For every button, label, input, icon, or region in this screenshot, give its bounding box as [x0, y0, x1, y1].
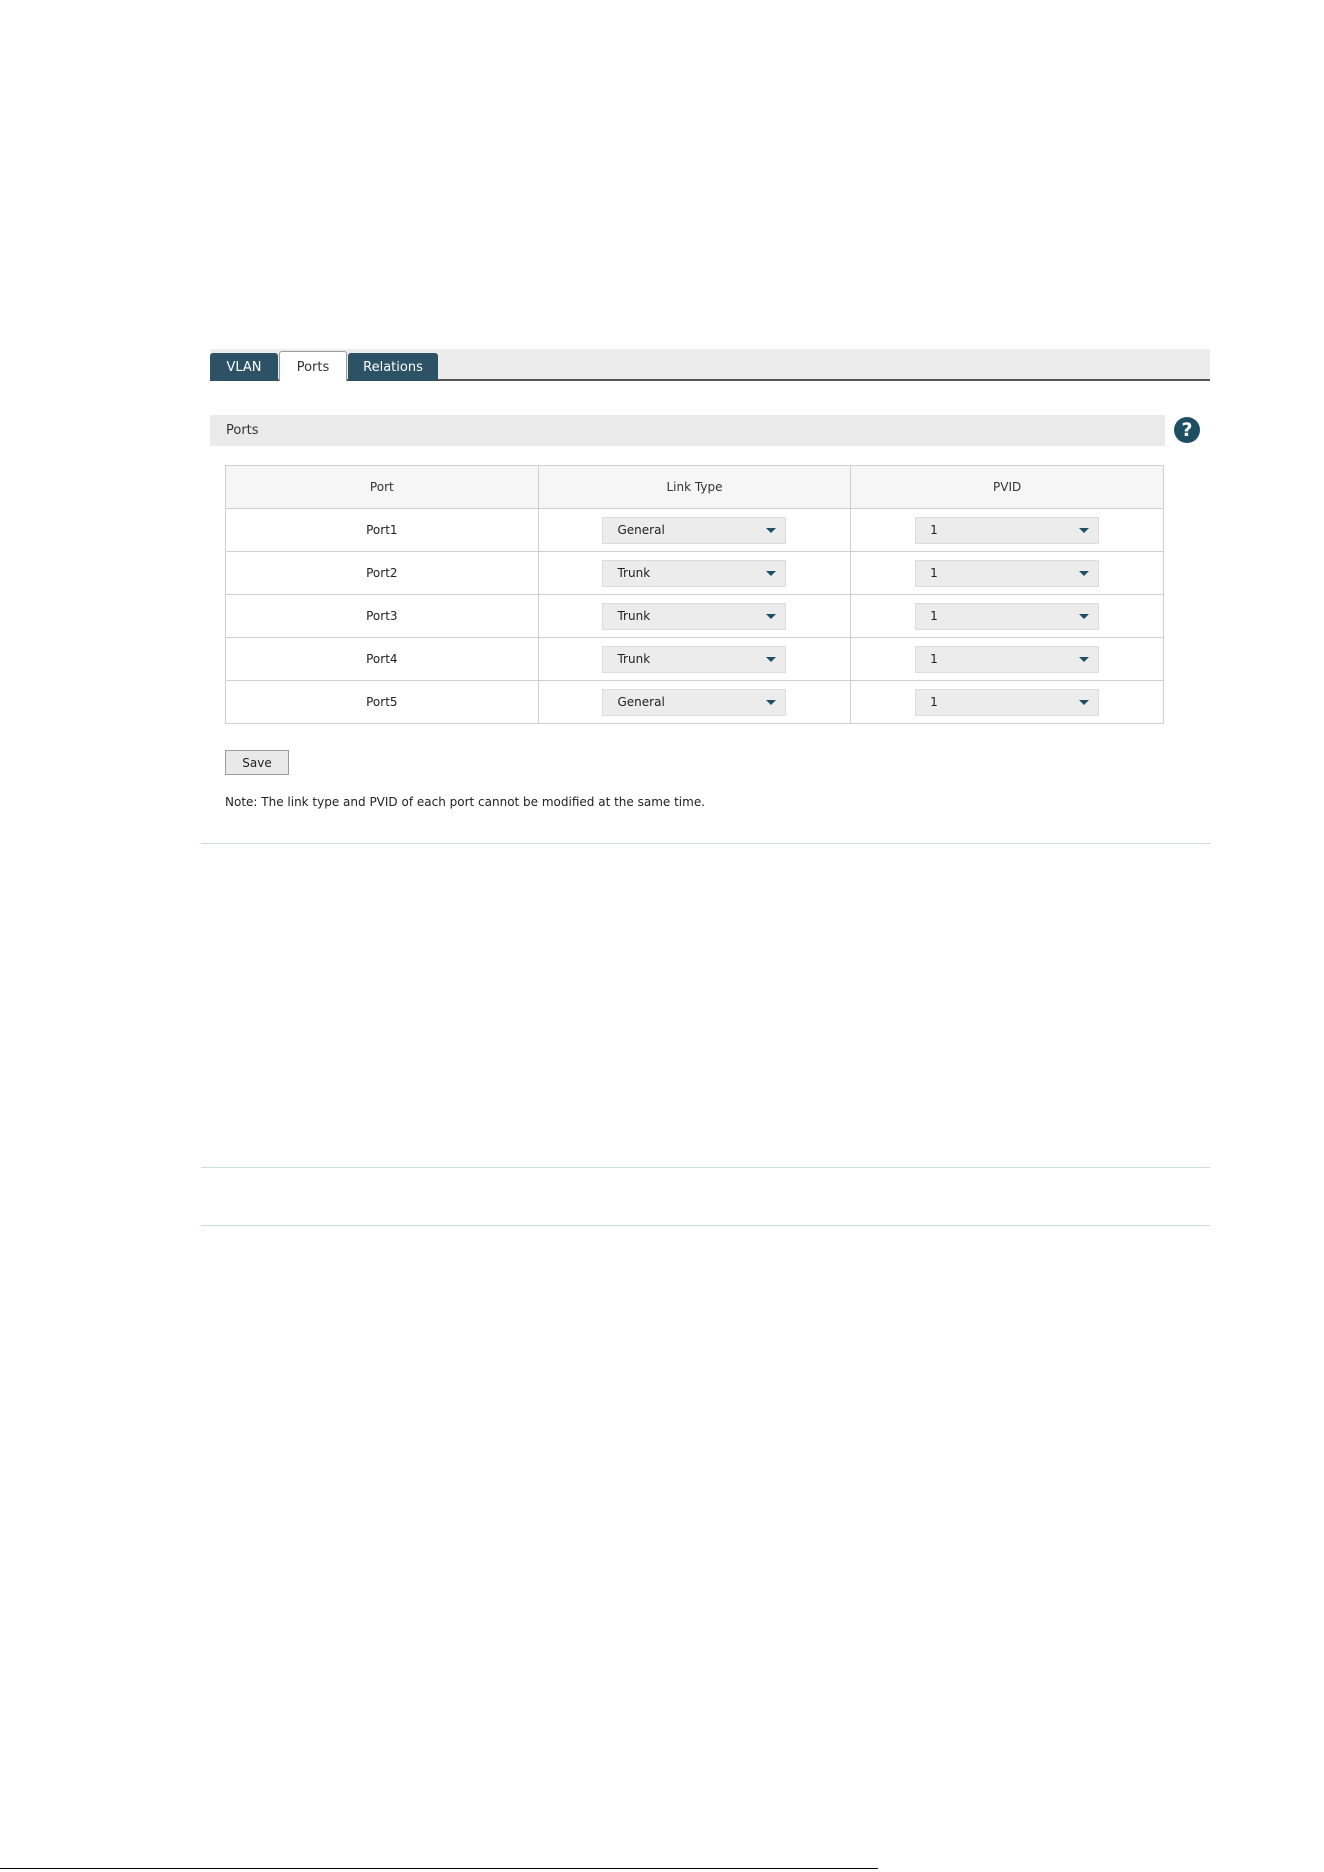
pvid-select[interactable]: 1: [915, 688, 1100, 716]
table-row: Port1 General 1: [225, 508, 1164, 552]
link-type-select[interactable]: Trunk: [602, 559, 787, 587]
pvid-cell: 1: [850, 680, 1164, 724]
pvid-cell: 1: [850, 637, 1164, 681]
pvid-cell: 1: [850, 594, 1164, 638]
port-name: Port4: [225, 637, 539, 681]
port-name: Port3: [225, 594, 539, 638]
pvid-value: 1: [930, 565, 938, 580]
divider: [201, 1167, 1210, 1168]
divider: [201, 1225, 1210, 1226]
chevron-down-icon: [1079, 527, 1090, 533]
tab-vlan[interactable]: VLAN: [210, 353, 278, 381]
save-button[interactable]: Save: [225, 750, 289, 775]
tab-relations[interactable]: Relations: [348, 353, 438, 381]
ports-table: Port Link Type PVID Port1 General 1 Port…: [225, 465, 1164, 724]
chevron-down-icon: [766, 656, 777, 662]
port-name: Port2: [225, 551, 539, 595]
link-type-value: Trunk: [617, 651, 651, 666]
link-type-value: General: [617, 694, 665, 709]
chevron-down-icon: [766, 570, 777, 576]
pvid-value: 1: [930, 608, 938, 623]
column-header-link-type: Link Type: [537, 465, 852, 509]
column-header-pvid: PVID: [850, 465, 1164, 509]
link-type-cell: Trunk: [537, 637, 852, 681]
pvid-value: 1: [930, 694, 938, 709]
chevron-down-icon: [1079, 570, 1090, 576]
link-type-select[interactable]: General: [602, 516, 787, 544]
pvid-select[interactable]: 1: [915, 645, 1100, 673]
pvid-cell: 1: [850, 508, 1164, 552]
chevron-down-icon: [1079, 699, 1090, 705]
divider: [201, 843, 1210, 844]
link-type-value: Trunk: [617, 608, 651, 623]
page-footer-rule: [0, 1868, 878, 1869]
note-text: Note: The link type and PVID of each por…: [225, 795, 706, 809]
pvid-select[interactable]: 1: [915, 602, 1100, 630]
link-type-cell: Trunk: [537, 594, 852, 638]
question-circle-icon[interactable]: ?: [1174, 417, 1200, 443]
link-type-value: Trunk: [617, 565, 651, 580]
chevron-down-icon: [1079, 656, 1090, 662]
pvid-value: 1: [930, 651, 938, 666]
table-row: Port2 Trunk 1: [225, 551, 1164, 595]
pvid-cell: 1: [850, 551, 1164, 595]
pvid-value: 1: [930, 522, 938, 537]
table-row: Port3 Trunk 1: [225, 594, 1164, 638]
link-type-cell: General: [537, 680, 852, 724]
chevron-down-icon: [766, 613, 777, 619]
column-header-port: Port: [225, 465, 539, 509]
table-header-row: Port Link Type PVID: [225, 465, 1164, 509]
chevron-down-icon: [766, 527, 777, 533]
pvid-select[interactable]: 1: [915, 559, 1100, 587]
link-type-select[interactable]: Trunk: [602, 602, 787, 630]
link-type-cell: General: [537, 508, 852, 552]
tab-ports[interactable]: Ports: [279, 351, 347, 382]
pvid-select[interactable]: 1: [915, 516, 1100, 544]
chevron-down-icon: [766, 699, 777, 705]
link-type-select[interactable]: General: [602, 688, 787, 716]
table-row: Port4 Trunk 1: [225, 637, 1164, 681]
port-name: Port5: [225, 680, 539, 724]
tab-bar: VLAN Ports Relations: [210, 349, 1210, 382]
chevron-down-icon: [1079, 613, 1090, 619]
link-type-value: General: [617, 522, 665, 537]
link-type-select[interactable]: Trunk: [602, 645, 787, 673]
section-title: Ports: [210, 415, 1165, 446]
port-name: Port1: [225, 508, 539, 552]
table-row: Port5 General 1: [225, 680, 1164, 724]
link-type-cell: Trunk: [537, 551, 852, 595]
